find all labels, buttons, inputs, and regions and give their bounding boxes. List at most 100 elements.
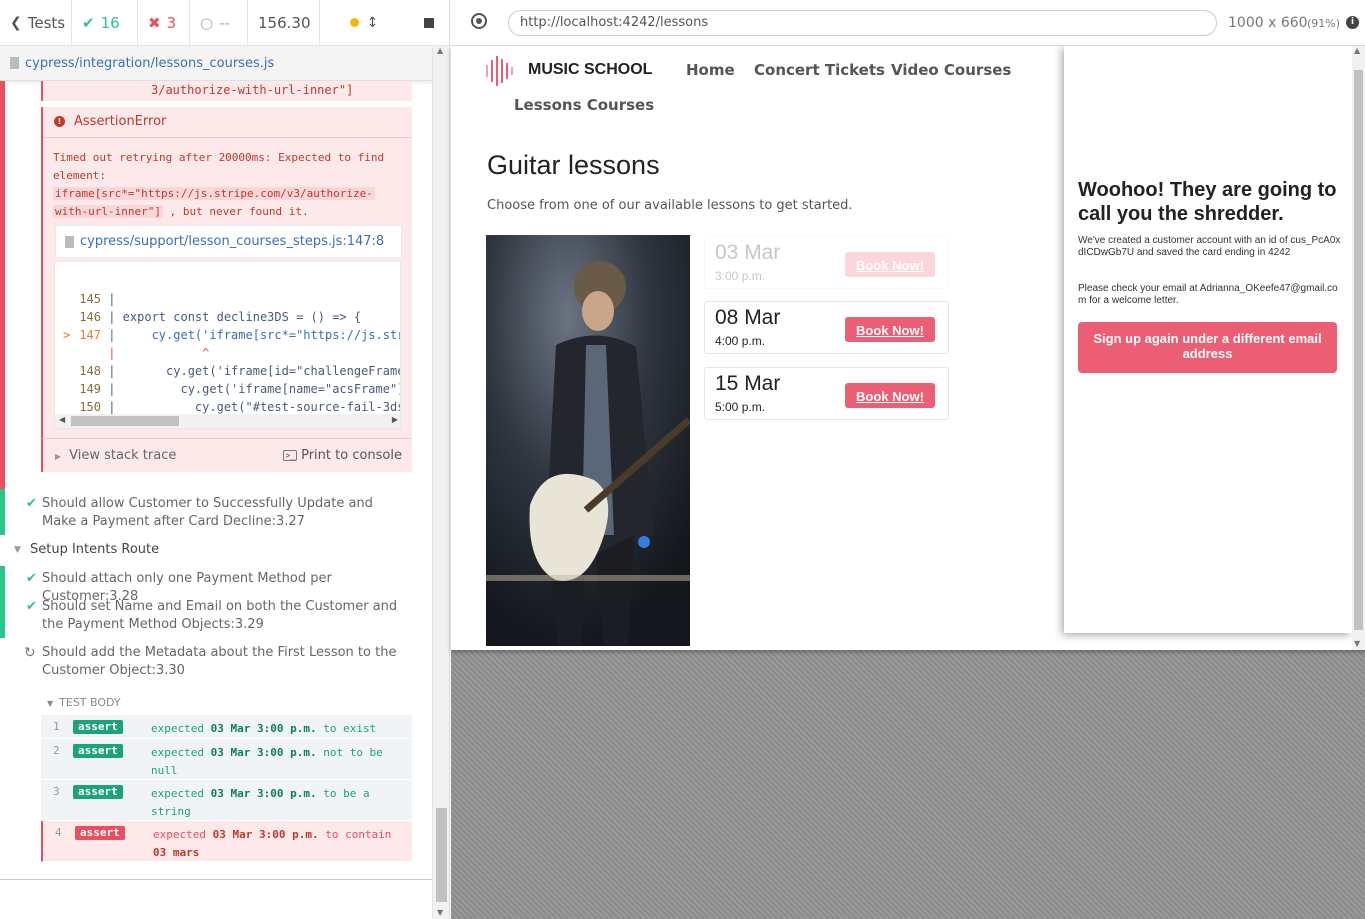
reporter-scrollbar[interactable]: ▲ ▼ — [432, 46, 449, 919]
line-code: | cy.get("#test-source-fail-3ds" — [101, 400, 401, 414]
duration: 156.30 — [248, 0, 320, 45]
lesson-slot: 08 Mar 4:00 p.m. Book Now! — [704, 301, 949, 354]
slot-time: 3:00 p.m. — [715, 269, 766, 283]
command-number: 3 — [53, 785, 60, 798]
command-row-failed[interactable]: 4 assert expected 03 Mar 3:00 p.m. to cont… — [41, 821, 412, 862]
code-line: 148 | cy.get('iframe[id="challengeFrame" — [55, 364, 401, 382]
code-line: 146 | export const decline3DS = () => { — [55, 310, 400, 328]
error-title: AssertionError — [74, 114, 167, 129]
page-subtitle: Choose from one of our available lessons… — [487, 198, 853, 213]
caret-down-icon: ▼ — [14, 545, 21, 555]
failed-count[interactable]: ✖ 3 — [138, 0, 190, 45]
url-bar: http://localhost:4242/lessons 1000 x 660… — [451, 0, 1365, 46]
test-item-running[interactable]: ↻ Should add the Metadata about the Firs… — [24, 644, 402, 680]
command-name-badge: assert — [75, 826, 125, 840]
slot-time: 5:00 p.m. — [715, 400, 766, 414]
nav-home[interactable]: Home — [686, 61, 735, 79]
success-title: Woohoo! They are going to call you the s… — [1078, 179, 1337, 225]
command-message: expected 03 Mar 3:00 p.m. to exist — [151, 722, 377, 735]
check-icon: ✔ — [82, 13, 95, 32]
scroll-right-icon: ▶ — [391, 415, 398, 424]
sound-bars-icon — [486, 56, 513, 86]
command-message: expected 03 Mar 3:00 p.m. to contain 03 … — [153, 828, 392, 859]
lesson-slot: 03 Mar 3:00 p.m. Book Now! — [704, 236, 949, 289]
lesson-slot: 15 Mar 5:00 p.m. Book Now! — [704, 367, 949, 420]
passed-count[interactable]: ✔ 16 — [72, 0, 138, 45]
book-now-button[interactable]: Book Now! — [845, 317, 935, 342]
divider — [43, 137, 412, 138]
url-input[interactable]: http://localhost:4242/lessons — [508, 10, 1217, 36]
spec-path[interactable]: cypress/integration/lessons_courses.js — [0, 46, 432, 81]
success-text-email: Please check your email at Adrianna_OKee… — [1078, 283, 1338, 306]
viewport-size: 1000 x 660 — [1228, 15, 1308, 31]
line-number: 148 — [79, 364, 101, 378]
zoom-level: (91%) — [1307, 17, 1341, 30]
line-code: | export const decline3DS = () => { — [101, 310, 362, 324]
pending-count[interactable]: ○ -- — [190, 0, 248, 45]
command-row[interactable]: 2 assert expected 03 Mar 3:00 p.m. not to … — [41, 739, 412, 780]
tests-back-button[interactable]: ❮ Tests — [0, 0, 72, 45]
view-stack-trace[interactable]: ▶ View stack trace — [55, 448, 176, 463]
reporter-panel: ❮ Tests ✔ 16 ✖ 3 ○ -- 156.30 ↕ cypress/i… — [0, 0, 450, 919]
code-frame-file-link[interactable]: cypress/support/lesson_courses_steps.js:… — [80, 234, 384, 249]
error-message: Timed out retrying after 20000ms: Expect… — [53, 151, 385, 218]
book-now-button[interactable]: Book Now! — [845, 252, 935, 277]
line-number: 146 — [79, 310, 101, 324]
book-now-button[interactable]: Book Now! — [845, 383, 935, 408]
divider — [0, 879, 432, 880]
command-message: expected 03 Mar 3:00 p.m. to be a string — [151, 787, 370, 818]
success-panel: Woohoo! They are going to call you the s… — [1064, 46, 1352, 633]
crosshair-icon[interactable] — [471, 13, 487, 29]
suite-item[interactable]: ▼ Setup Intents Route — [14, 541, 390, 559]
logo[interactable]: MUSIC SCHOOL — [485, 55, 660, 87]
line-number: 147 — [79, 328, 101, 342]
nav-concert-tickets[interactable]: Concert Tickets — [754, 61, 885, 79]
file-icon — [65, 236, 74, 248]
line-code: | cy.get('iframe[id="challengeFrame" — [101, 364, 401, 378]
error-icon: ! — [54, 116, 65, 127]
refresh-icon: ↻ — [24, 645, 36, 661]
code-line: 145 | — [55, 292, 400, 310]
passed-test-indicator — [0, 566, 5, 638]
command-name-badge: assert — [73, 785, 123, 799]
nav-lessons-courses[interactable]: Lessons Courses — [514, 96, 654, 114]
test-body-toggle[interactable]: ▼ TEST BODY — [47, 696, 121, 709]
failed-test-indicator — [0, 81, 5, 503]
code-scroll-thumb[interactable] — [71, 416, 179, 426]
passed-test-indicator — [0, 489, 5, 535]
nav-video-courses[interactable]: Video Courses — [891, 61, 1011, 79]
app-scroll-thumb[interactable] — [1354, 70, 1363, 630]
success-text-account: We've created a customer account with an… — [1078, 235, 1341, 258]
print-to-console-button[interactable]: >_ Print to console — [283, 448, 402, 463]
slot-time: 4:00 p.m. — [715, 334, 766, 348]
code-horizontal-scrollbar[interactable]: ◀ ▶ — [55, 414, 400, 428]
prev-error-tail: 3/authorize-with-url-inner"] — [41, 81, 412, 101]
command-message: expected 03 Mar 3:00 p.m. not to be null — [151, 746, 383, 777]
slot-date: 03 Mar — [715, 241, 781, 264]
scroll-down-icon: ▼ — [1354, 639, 1361, 648]
scroll-left-icon: ◀ — [59, 415, 66, 424]
current-line-marker: > — [63, 328, 71, 342]
command-number: 1 — [53, 720, 60, 733]
scroll-down-icon: ▼ — [437, 908, 444, 917]
aut-area: http://localhost:4242/lessons 1000 x 660… — [451, 0, 1365, 919]
guitarist-image — [486, 235, 690, 646]
line-code: | ^ — [101, 346, 210, 360]
auto-scroll-toggle[interactable]: ↕ — [320, 0, 408, 45]
brand-name: MUSIC SCHOOL — [528, 61, 653, 78]
code-line: | ^ — [55, 346, 400, 364]
slot-date: 15 Mar — [715, 372, 781, 395]
caret-right-icon: ▶ — [55, 452, 62, 461]
stop-button[interactable] — [408, 0, 449, 45]
page-title: Guitar lessons — [487, 150, 660, 180]
info-icon[interactable]: i — [1346, 16, 1359, 29]
test-item[interactable]: ✔ Should allow Customer to Successfully … — [26, 495, 402, 531]
command-row[interactable]: 3 assert expected 03 Mar 3:00 p.m. to be a… — [41, 780, 412, 821]
command-row[interactable]: 1 assert expected 03 Mar 3:00 p.m. to exis… — [41, 715, 412, 739]
command-name-badge: assert — [73, 720, 123, 734]
app-scrollbar[interactable]: ▲ ▼ — [1352, 46, 1365, 650]
test-item[interactable]: ✔ Should set Name and Email on both the … — [26, 598, 402, 634]
reporter-scroll-thumb[interactable] — [436, 808, 447, 902]
code-frame-header[interactable]: cypress/support/lesson_courses_steps.js:… — [55, 225, 402, 257]
sign-up-again-button[interactable]: Sign up again under a different email ad… — [1078, 322, 1337, 373]
